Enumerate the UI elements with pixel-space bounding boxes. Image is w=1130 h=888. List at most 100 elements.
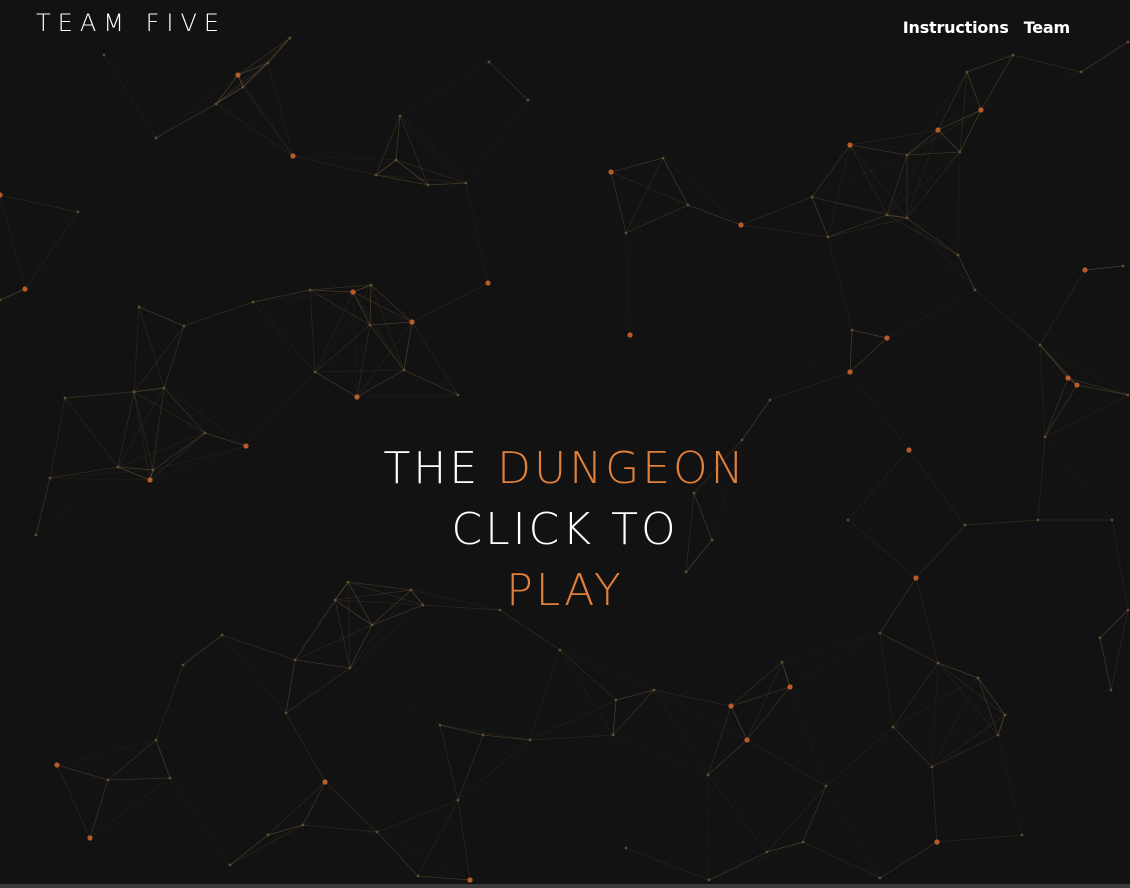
network-link (931, 662, 939, 768)
network-node (456, 393, 460, 397)
network-link (851, 329, 888, 339)
hero-play: PLAY (506, 565, 624, 616)
network-node (652, 688, 656, 692)
network-node (768, 398, 772, 402)
network-node (608, 169, 614, 175)
network-node (624, 846, 628, 850)
network-link (653, 689, 748, 741)
network-link (1044, 394, 1129, 438)
network-link (825, 785, 881, 879)
network-link (612, 689, 655, 736)
network-node (978, 107, 984, 113)
network-link (314, 371, 358, 398)
network-link (730, 661, 783, 707)
network-link (411, 282, 489, 323)
network-link (789, 686, 894, 728)
network-link (886, 254, 959, 339)
network-link (309, 289, 316, 373)
network-link (746, 661, 783, 741)
network-node (398, 114, 402, 118)
network-node (1126, 393, 1130, 397)
network-link (1084, 265, 1124, 271)
network-link (612, 734, 709, 776)
nav-link-team[interactable]: Team (1024, 18, 1071, 37)
network-link (879, 632, 894, 728)
network-link (77, 211, 140, 308)
network-link (133, 391, 206, 434)
network-link (369, 321, 413, 326)
network-node (958, 150, 962, 154)
network-link (285, 712, 326, 783)
network-link (376, 831, 471, 881)
network-link (529, 649, 561, 741)
network-node (203, 431, 207, 435)
network-link (746, 686, 791, 741)
network-node (251, 300, 255, 304)
network-link (937, 109, 982, 131)
network-link (886, 214, 959, 256)
network-link (356, 369, 405, 398)
network-link (349, 624, 373, 669)
network-link (886, 151, 961, 216)
click-to-play-hero[interactable]: THE DUNGEON CLICK TO PLAY (0, 438, 1130, 621)
network-link (1039, 344, 1046, 438)
network-link (376, 831, 419, 877)
network-node (1074, 382, 1080, 388)
network-link (1012, 54, 1082, 73)
network-link (483, 650, 560, 735)
team-five-logo[interactable]: TEAM FIVE (36, 5, 250, 35)
network-link (457, 739, 531, 801)
network-link (740, 224, 829, 238)
network-link (465, 99, 529, 184)
network-node (934, 839, 940, 845)
network-link (559, 649, 655, 691)
network-node (102, 53, 106, 57)
network-node (241, 85, 245, 89)
network-link (906, 151, 961, 219)
network-link (687, 204, 742, 226)
network-link (906, 151, 961, 156)
network-node (1079, 70, 1083, 74)
network-node (266, 833, 270, 837)
network-node (464, 181, 468, 185)
network-link (399, 61, 490, 117)
network-node (370, 623, 374, 627)
network-link (612, 699, 617, 736)
network-link (349, 667, 441, 726)
network-link (56, 764, 91, 839)
network-link (242, 37, 291, 88)
network-link (356, 394, 459, 398)
network-link (314, 324, 371, 373)
network-node (744, 737, 750, 743)
network-node (293, 658, 297, 662)
network-node (409, 319, 415, 325)
network-node (322, 779, 328, 785)
network-link (139, 302, 253, 307)
network-node (624, 231, 628, 235)
network-link (849, 329, 853, 373)
network-link (825, 766, 933, 787)
network-link (252, 289, 311, 303)
network-link (957, 254, 976, 291)
network-link (610, 157, 664, 173)
nav-link-instructions[interactable]: Instructions (903, 18, 1009, 37)
hero-title-the: THE (383, 443, 481, 494)
network-link (879, 632, 939, 664)
network-link (936, 834, 1023, 843)
network-link (977, 677, 1006, 716)
network-node (182, 324, 186, 328)
network-link (740, 196, 813, 226)
network-link (529, 699, 617, 741)
network-link (827, 236, 853, 331)
network-node (1038, 343, 1042, 347)
network-link (155, 103, 217, 139)
network-link (370, 284, 413, 323)
network-node (0, 192, 3, 198)
network-link (966, 54, 1014, 73)
network-link (892, 662, 939, 728)
network-node (850, 328, 854, 332)
network-link (370, 174, 377, 286)
network-link (133, 306, 140, 393)
network-link (457, 799, 471, 881)
network-link (707, 774, 710, 881)
